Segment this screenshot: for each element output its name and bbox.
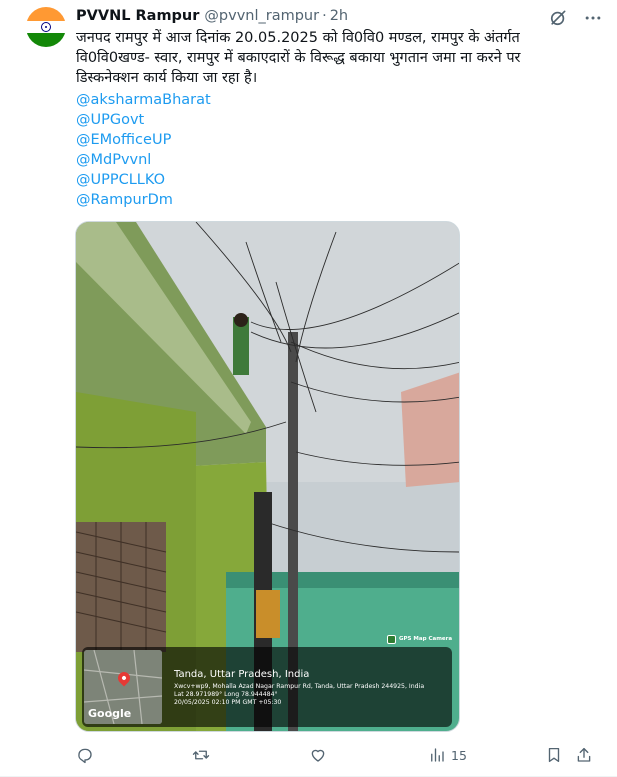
bookmark-icon bbox=[548, 747, 560, 763]
post-time[interactable]: 2h bbox=[330, 8, 348, 24]
repost-icon bbox=[192, 750, 210, 760]
views-button[interactable]: 15 bbox=[428, 744, 467, 766]
geotag-coordinates: Lat 28.971989° Long 78.944484° bbox=[174, 691, 278, 698]
reply-button[interactable] bbox=[76, 744, 94, 766]
mention-link[interactable]: @EMofficeUP bbox=[76, 130, 211, 150]
views-count: 15 bbox=[451, 747, 467, 763]
flag-green-band bbox=[26, 33, 66, 47]
tweet-text: जनपद रामपुर में आज दिनांक 20.05.2025 को … bbox=[76, 28, 596, 88]
share-button[interactable] bbox=[575, 744, 593, 766]
mention-link[interactable]: @MdPvvnl bbox=[76, 150, 211, 170]
author-name[interactable]: PVVNL Rampur bbox=[76, 8, 199, 24]
tweet-text-line: जनपद रामपुर में आज दिनांक 20.05.2025 को … bbox=[76, 30, 520, 46]
mention-link[interactable]: @aksharmaBharat bbox=[76, 90, 211, 110]
reply-icon bbox=[78, 748, 92, 764]
geotag-datetime: 20/05/2025 02:10 PM GMT +05:30 bbox=[174, 699, 282, 706]
map-thumbnail: Google bbox=[84, 650, 162, 724]
like-icon bbox=[311, 749, 325, 762]
author-handle[interactable]: @pvvnl_rampur bbox=[204, 8, 319, 24]
ashoka-chakra-icon bbox=[41, 22, 51, 32]
more-icon[interactable] bbox=[583, 8, 603, 28]
gps-camera-badge: GPS Map Camera bbox=[387, 633, 452, 645]
google-logo: Google bbox=[88, 707, 132, 720]
like-button[interactable] bbox=[309, 744, 327, 766]
grok-icon[interactable] bbox=[548, 8, 568, 28]
tweet-header: PVVNL Rampur @pvvnl_rampur · 2h bbox=[76, 6, 348, 26]
tweet-text-line: वि0वि0खण्ड- स्वार, रामपुर में बकाएदारों … bbox=[76, 50, 521, 66]
repost-button[interactable] bbox=[192, 744, 210, 766]
header-separator: · bbox=[322, 8, 327, 24]
views-icon bbox=[431, 748, 444, 762]
tweet-text-line: डिस्कनेक्शन कार्य किया जा रहा है। bbox=[76, 70, 258, 86]
tweet-actions: 15 bbox=[76, 744, 596, 766]
flag-saffron-band bbox=[26, 7, 66, 21]
camera-badge-label: GPS Map Camera bbox=[399, 636, 453, 642]
geotag-address: Xwcv+wp9, Mohalla Azad Nagar Rampur Rd, … bbox=[174, 683, 425, 690]
mention-link[interactable]: @UPGovt bbox=[76, 110, 211, 130]
avatar[interactable] bbox=[26, 7, 66, 47]
share-icon bbox=[577, 747, 591, 762]
mention-list: @aksharmaBharat @UPGovt @EMofficeUP @MdP… bbox=[76, 90, 211, 210]
tweet-photo[interactable]: GPS Map Camera Google Tanda, Uttar Prade… bbox=[75, 221, 460, 732]
camera-icon bbox=[387, 634, 396, 644]
tweet[interactable]: PVVNL Rampur @pvvnl_rampur · 2h जनपद राम… bbox=[0, 0, 617, 777]
bookmark-button[interactable] bbox=[545, 744, 563, 766]
geotag-location: Tanda, Uttar Pradesh, India bbox=[174, 669, 310, 680]
mention-link[interactable]: @UPPCLLKO bbox=[76, 170, 211, 190]
mention-link[interactable]: @RampurDm bbox=[76, 190, 211, 210]
